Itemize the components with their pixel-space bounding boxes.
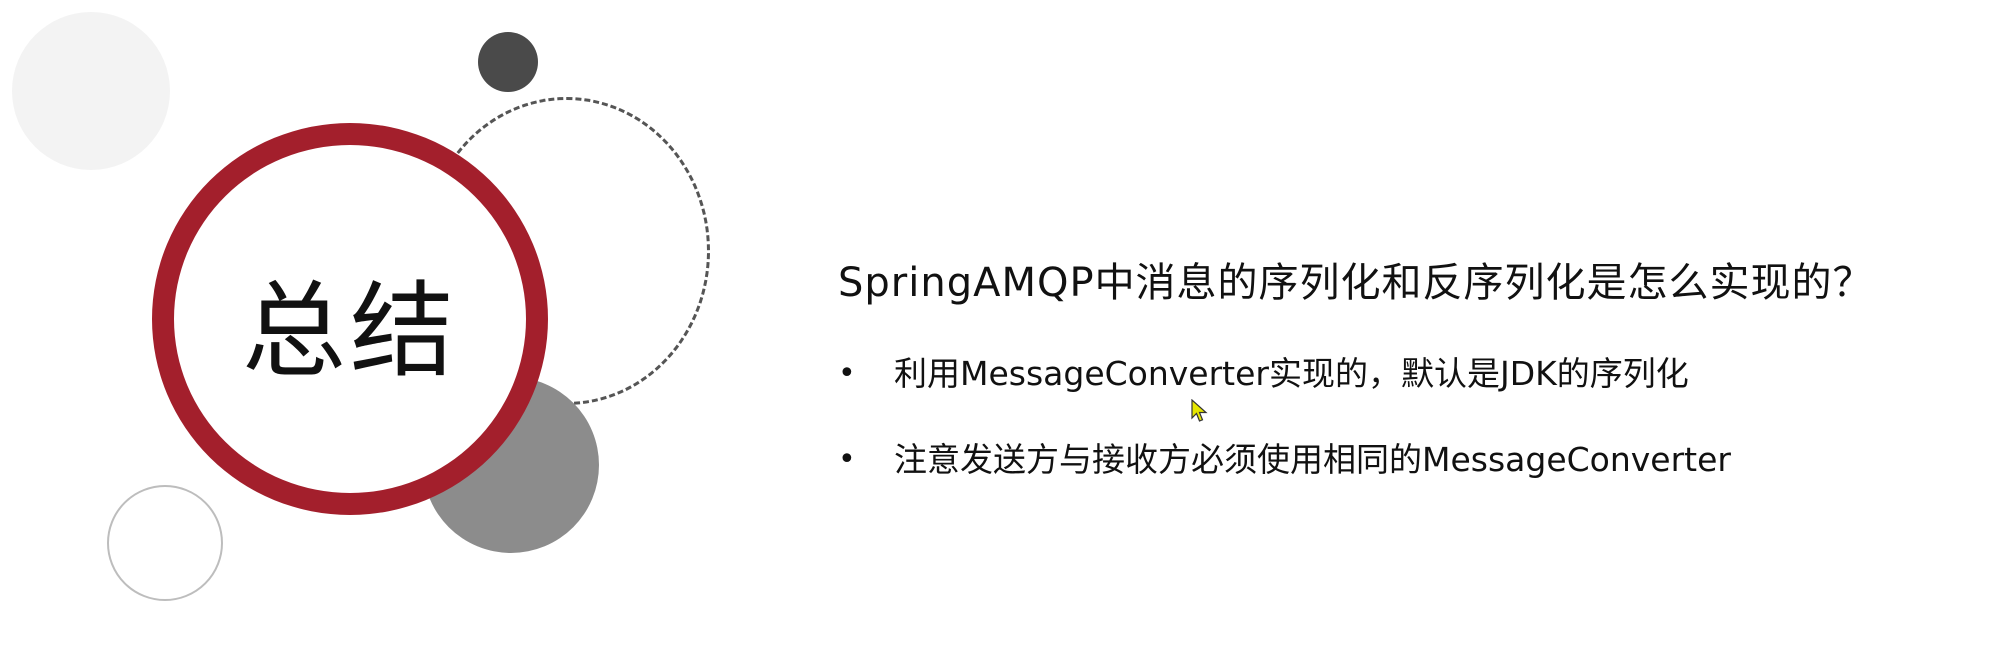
summary-content: SpringAMQP中消息的序列化和反序列化是怎么实现的？ • 利用Messag… bbox=[838, 250, 1988, 526]
summary-bullet-list: • 利用MessageConverter实现的，默认是JDK的序列化 • 注意发… bbox=[838, 354, 1988, 480]
decorative-outline-circle bbox=[107, 485, 223, 601]
title-ring: 总结 bbox=[152, 123, 548, 515]
bullet-marker: • bbox=[838, 356, 856, 391]
decorative-dark-dot bbox=[478, 32, 538, 92]
bullet-text: 利用MessageConverter实现的，默认是JDK的序列化 bbox=[894, 354, 1689, 393]
mouse-pointer-icon bbox=[1191, 399, 1208, 422]
bullet-item: • 利用MessageConverter实现的，默认是JDK的序列化 bbox=[838, 354, 1988, 394]
bullet-text: 注意发送方与接收方必须使用相同的MessageConverter bbox=[894, 440, 1731, 479]
bullet-marker: • bbox=[838, 442, 856, 477]
bullet-item: • 注意发送方与接收方必须使用相同的MessageConverter bbox=[838, 440, 1988, 480]
summary-question: SpringAMQP中消息的序列化和反序列化是怎么实现的？ bbox=[838, 260, 1874, 306]
decorative-light-circle bbox=[12, 12, 170, 170]
slide-heading: 总结 bbox=[241, 269, 458, 392]
slide: 总结 SpringAMQP中消息的序列化和反序列化是怎么实现的？ • 利用Mes… bbox=[0, 0, 2007, 671]
